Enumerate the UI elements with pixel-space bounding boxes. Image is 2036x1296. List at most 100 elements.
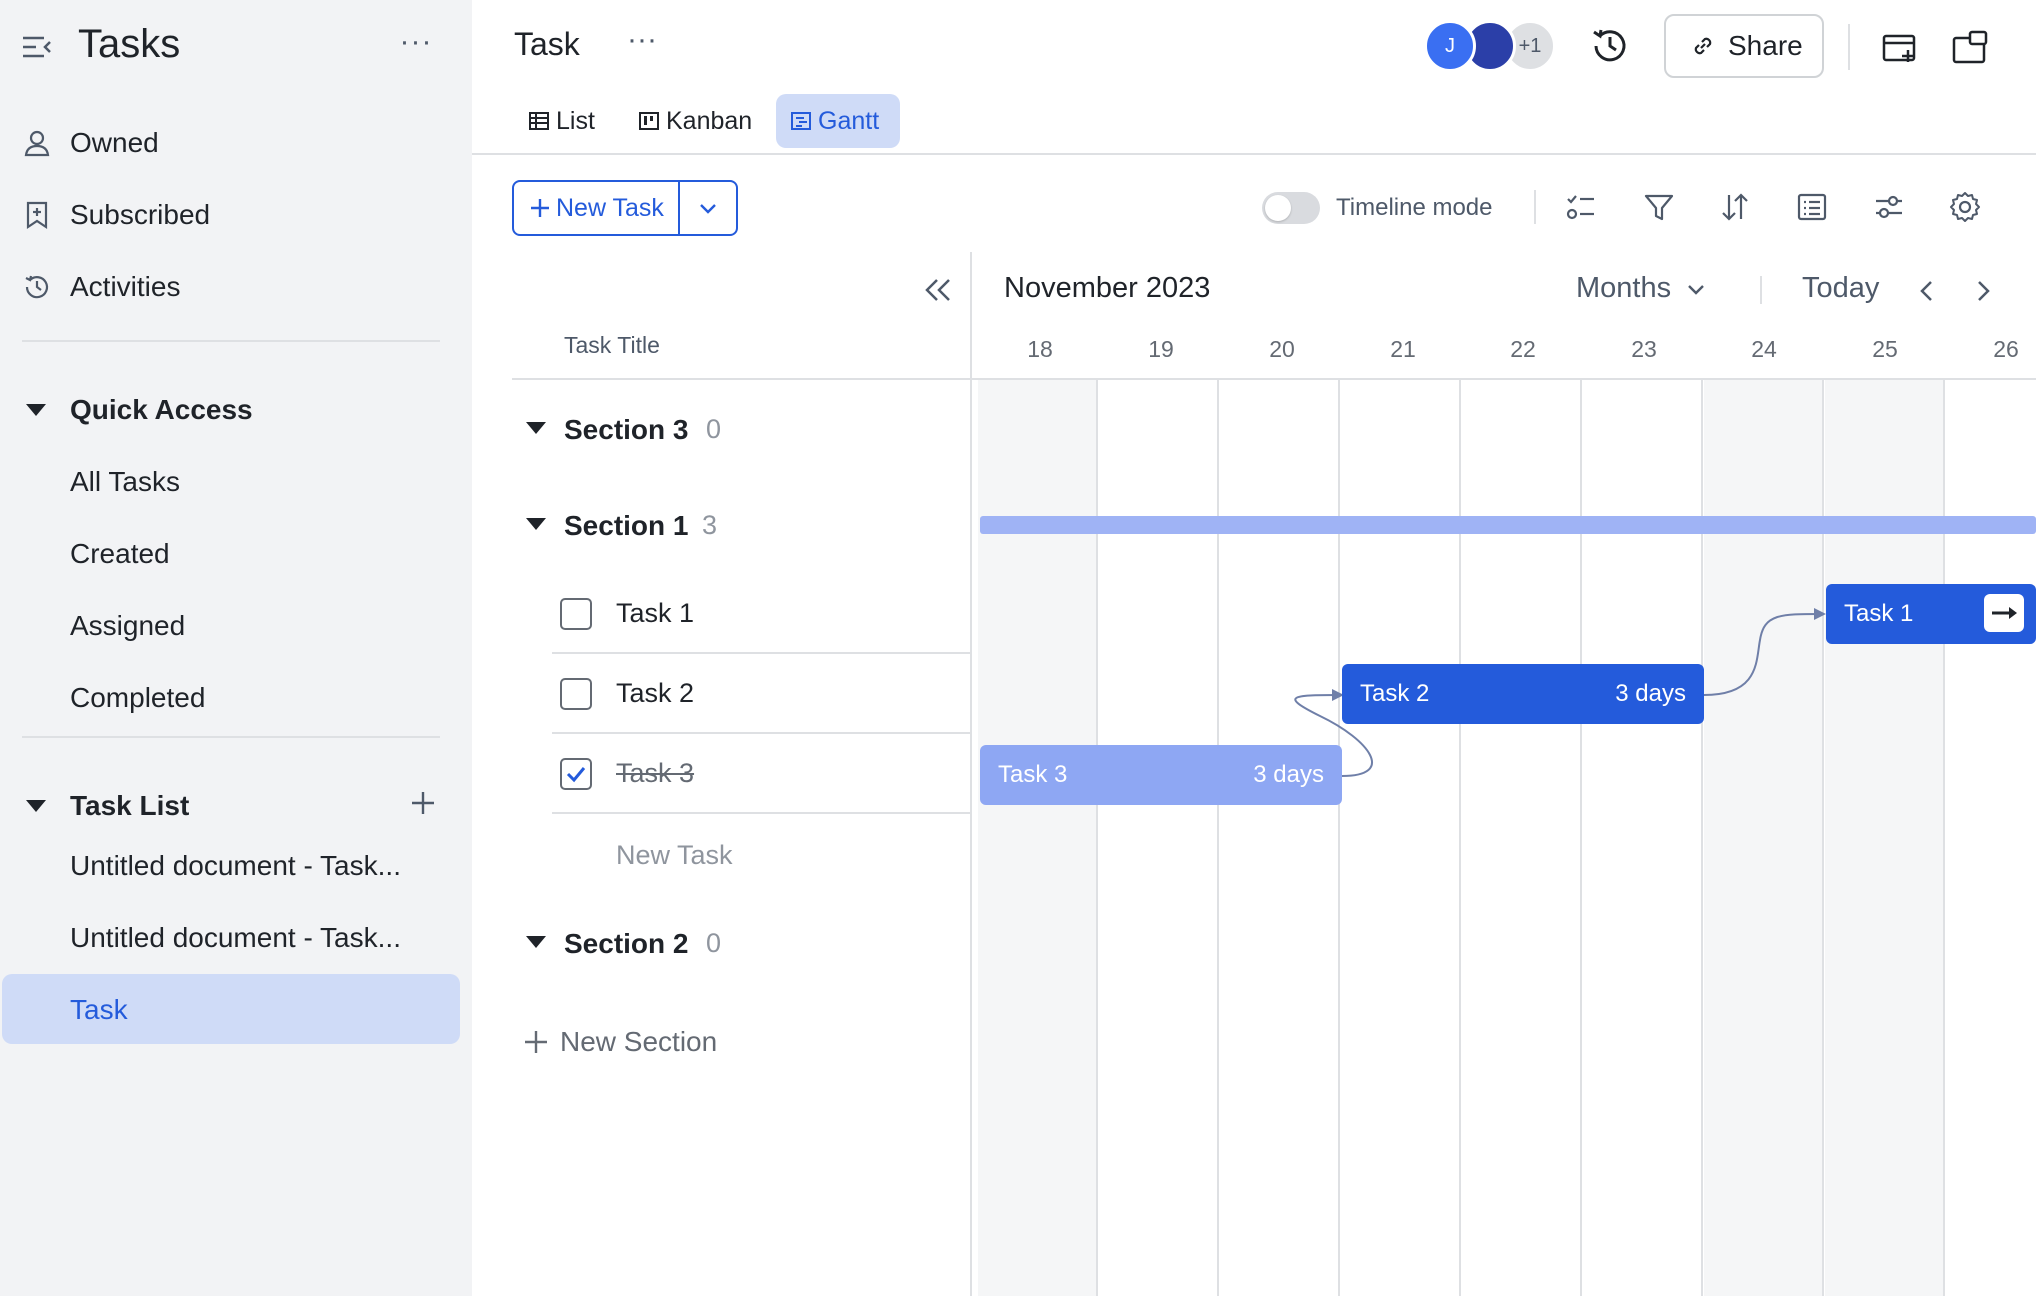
sidebar-item-label: Assigned — [70, 610, 186, 641]
add-task-list-icon[interactable] — [408, 788, 438, 818]
chevron-left-icon[interactable] — [1912, 276, 1942, 306]
scale-dropdown[interactable]: Months — [1576, 272, 1707, 305]
section-name: Section 3 — [564, 414, 689, 445]
adjust-icon[interactable] — [1872, 190, 1906, 224]
sidebar-item-all-tasks[interactable]: All Tasks — [0, 446, 460, 516]
sidebar-item-label: Completed — [70, 682, 206, 713]
task-row[interactable]: Task 1 — [552, 574, 972, 654]
collaborators[interactable]: J +1 — [1424, 20, 1564, 72]
collapse-panel-icon[interactable] — [920, 272, 956, 308]
task-title[interactable]: Task 1 — [616, 598, 694, 629]
task-title[interactable]: Task 3 — [616, 758, 694, 789]
new-task-dropdown[interactable] — [680, 182, 736, 234]
today-button[interactable]: Today — [1802, 272, 1879, 305]
task-checkbox[interactable] — [560, 678, 592, 710]
plus-icon — [525, 1031, 547, 1053]
bar-task-name: Task 2 — [1360, 680, 1430, 707]
caret-down-icon[interactable] — [526, 518, 546, 530]
tab-label: Gantt — [818, 106, 880, 135]
tab-gantt[interactable]: Gantt — [776, 94, 900, 148]
section-summary-bar[interactable] — [980, 516, 2036, 534]
new-section-button[interactable]: New Section — [522, 1024, 717, 1060]
new-section-label: New Section — [560, 1026, 718, 1057]
sidebar-item-activities[interactable]: Activities — [0, 252, 460, 322]
kanban-icon — [639, 112, 659, 130]
sidebar-header: Tasks ··· — [0, 0, 472, 96]
gantt-bar-task-1[interactable]: Task 1 — [1826, 584, 2036, 644]
fields-icon[interactable] — [1795, 190, 1829, 224]
sidebar-item-label: Task — [70, 994, 128, 1025]
sidebar-item-label: Activities — [70, 271, 181, 302]
task-checkbox-checked[interactable] — [560, 758, 592, 790]
sidebar-item-task[interactable]: Task — [2, 974, 460, 1044]
caret-down-icon[interactable] — [526, 422, 546, 434]
task-list-label: Task List — [70, 790, 190, 821]
sidebar-item-assigned[interactable]: Assigned — [0, 590, 460, 660]
quick-access-label: Quick Access — [70, 394, 253, 425]
task-checkbox[interactable] — [560, 598, 592, 630]
table-icon — [529, 112, 549, 130]
arrow-right-icon[interactable] — [1984, 594, 2024, 632]
section-count: 0 — [706, 414, 722, 444]
section-header[interactable]: Section 2 0 — [512, 914, 972, 974]
chevron-down-icon — [700, 204, 716, 214]
caret-down-icon[interactable] — [526, 936, 546, 948]
tab-kanban[interactable]: Kanban — [624, 94, 754, 148]
timeline-mode-label: Timeline mode — [1336, 194, 1493, 221]
tab-list[interactable]: List — [514, 94, 610, 148]
section-header[interactable]: Section 3 0 — [512, 400, 972, 460]
task-title[interactable]: Task 2 — [616, 678, 694, 709]
new-task-input[interactable]: New Task — [616, 840, 733, 871]
new-task-button[interactable]: New Task — [514, 182, 680, 234]
sidebar-item-completed[interactable]: Completed — [0, 662, 460, 732]
task-row[interactable]: Task 2 — [552, 654, 972, 734]
gantt-bar-task-3[interactable]: Task 3 3 days — [980, 745, 1342, 805]
column-header-task-title: Task Title — [564, 332, 660, 358]
gantt-month-label: November 2023 — [1004, 272, 1211, 304]
caret-down-icon[interactable] — [26, 800, 46, 812]
divider — [1760, 276, 1762, 304]
plus-icon — [531, 199, 549, 217]
page-title: Task — [514, 26, 580, 62]
sidebar-item-created[interactable]: Created — [0, 518, 460, 588]
section-header[interactable]: Section 1 3 — [512, 496, 972, 556]
open-in-new-window-icon[interactable] — [1950, 28, 1990, 68]
divider — [1848, 24, 1850, 70]
new-task-label: New Task — [556, 193, 664, 222]
bar-duration: 3 days — [1615, 680, 1686, 707]
add-to-workspace-icon[interactable] — [1880, 28, 1920, 68]
divider — [970, 252, 972, 1296]
new-task-split-button: New Task — [512, 180, 738, 236]
sidebar-item-untitled-2[interactable]: Untitled document - Task... — [0, 902, 460, 972]
history-icon[interactable] — [1588, 24, 1632, 68]
quick-access-group[interactable]: Quick Access — [0, 374, 460, 444]
sidebar-item-owned[interactable]: Owned — [0, 108, 460, 178]
settings-gear-icon[interactable] — [1948, 190, 1982, 224]
timeline-mode-toggle[interactable] — [1262, 192, 1320, 224]
toggle-knob — [1265, 195, 1291, 221]
sort-icon[interactable] — [1718, 190, 1752, 224]
share-button[interactable]: Share — [1664, 14, 1824, 78]
divider — [512, 378, 972, 380]
share-label: Share — [1728, 30, 1803, 61]
gantt-bar-task-2[interactable]: Task 2 3 days — [1342, 664, 1704, 724]
day-label: 21 — [1390, 336, 1416, 362]
tab-label: Kanban — [666, 106, 753, 135]
filter-icon[interactable] — [1642, 190, 1676, 224]
section-count: 3 — [702, 510, 718, 540]
day-label: 20 — [1269, 336, 1295, 362]
sidebar-more-button[interactable]: ··· — [396, 27, 436, 64]
page-more-button[interactable]: ··· — [622, 25, 662, 62]
task-row[interactable]: Task 3 — [552, 734, 972, 814]
collapse-sidebar-icon[interactable] — [20, 30, 54, 64]
history-icon — [25, 275, 49, 299]
gantt-icon — [791, 112, 811, 130]
sidebar-item-subscribed[interactable]: Subscribed — [0, 180, 460, 250]
day-label: 25 — [1872, 336, 1898, 362]
caret-down-icon[interactable] — [26, 404, 46, 416]
chevron-right-icon[interactable] — [1968, 276, 1998, 306]
avatar[interactable]: J — [1424, 20, 1476, 72]
sidebar-item-untitled-1[interactable]: Untitled document - Task... — [0, 830, 460, 900]
divider — [1534, 190, 1536, 224]
checklist-icon[interactable] — [1564, 190, 1598, 224]
